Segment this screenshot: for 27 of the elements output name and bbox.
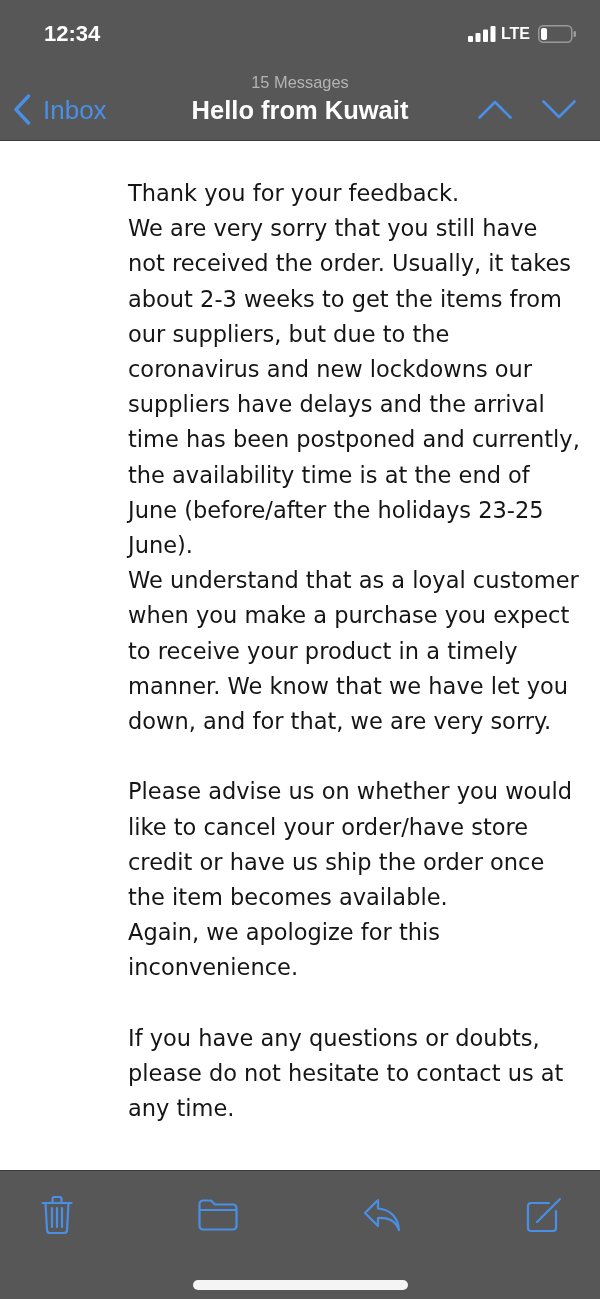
folder-icon [198,1199,238,1231]
reply-arrow-icon [363,1198,401,1232]
delete-button[interactable] [41,1196,73,1234]
compose-icon [526,1197,562,1233]
message-count: 15 Messages [251,72,349,92]
compose-button[interactable] [526,1197,562,1233]
home-indicator[interactable] [192,1280,408,1290]
message-paragraph: Please advise us on whether you would like to cancel your order/have store credit or have us ship the order once the item becomes available. [128,777,574,913]
previous-message-button[interactable] [478,100,512,119]
message-paragraph: We understand that as a loyal customer when you make a purchase you expect to receive your product in a timely manner. We know that we have let you down, and for that, we are very sorry. [128,566,580,737]
reply-button[interactable] [363,1198,401,1232]
up-chevron-icon [478,100,512,119]
thread-title: Hello from Kuwait [191,95,409,124]
down-chevron-icon [542,100,576,119]
message-paragraph: Again, we apologize for this inconvenience. [128,918,441,983]
message-paragraph: Thank you for your feedback. [128,179,461,208]
message-paragraph: If you have any questions or doubts, please do not hesitate to contact us at any time. [128,1023,565,1124]
network-label: LTE [500,25,530,43]
back-chevron-icon [13,94,31,125]
next-message-button[interactable] [542,100,576,119]
move-to-folder-button[interactable] [198,1199,238,1231]
trash-icon [41,1196,73,1234]
battery-icon [538,25,576,43]
status-time: 12:34 [44,21,101,47]
message-paragraph: We are very sorry that you still have not received the order. Usually, it takes about 2-3 weeks to get the items from our suppliers, but due to the coronavirus and new lockdowns our suppliers have delays and the arrival time has been postponed and currently, the availability time is at the end of June (before/after the holidays 23-25 June). [128,214,580,561]
back-button[interactable]: Inbox [13,94,107,125]
signal-icon [467,26,496,42]
